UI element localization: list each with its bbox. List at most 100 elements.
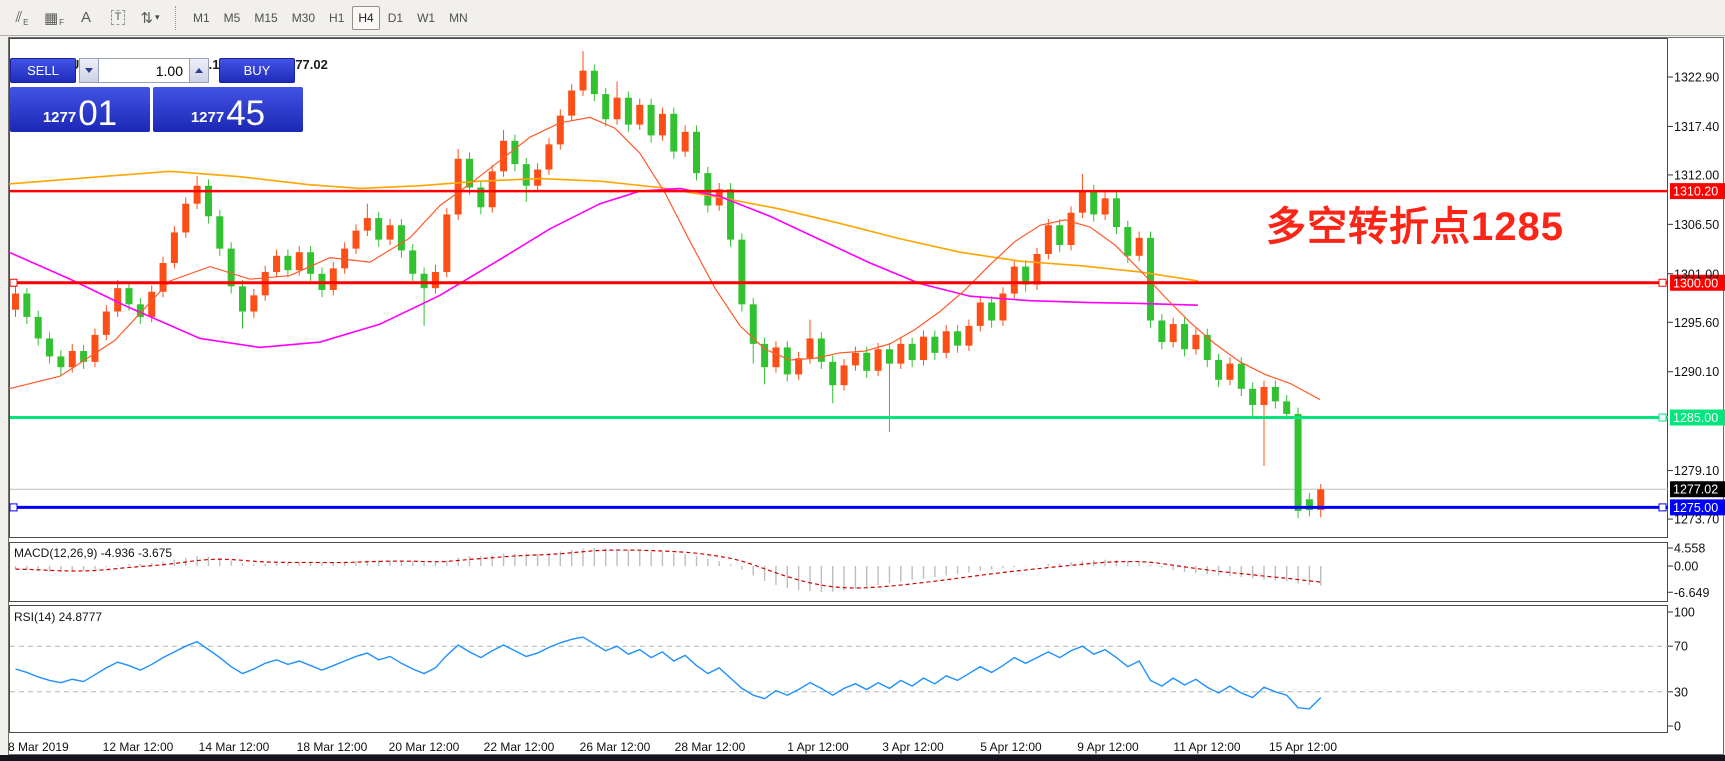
candle [772, 341, 779, 372]
candle [387, 219, 394, 245]
candle [91, 329, 98, 368]
candle [818, 332, 825, 369]
tool-draw-pattern-e-button[interactable]: ⫽E [6, 4, 38, 32]
toolbar-separator [175, 6, 177, 30]
line-handle[interactable] [1659, 279, 1666, 286]
toolbar: ⫽E▦FAT⇅▾ M1M5M15M30H1H4D1W1MN [0, 0, 1725, 36]
candle [12, 286, 19, 317]
volume-decrease-button[interactable] [79, 58, 99, 83]
timeframe-M5-button[interactable]: M5 [218, 6, 247, 30]
candle [568, 84, 575, 121]
draw-pattern-e-sub-label: E [23, 18, 28, 27]
candle [114, 280, 121, 317]
price-tick-label: 1301.00 [1674, 267, 1719, 281]
sell-price-big: 01 [78, 100, 117, 129]
tool-text-box-t-button[interactable]: T [102, 4, 134, 32]
rsi-scale-label: 0 [1674, 720, 1681, 734]
line-handle[interactable] [1659, 414, 1666, 421]
timeframe-M15-button[interactable]: M15 [248, 6, 283, 30]
candle [1249, 382, 1256, 415]
candle [284, 250, 291, 278]
macd-signal-line [16, 550, 1321, 588]
candle [443, 208, 450, 277]
line-handle[interactable] [1659, 504, 1666, 511]
price-tick-label: 1306.50 [1674, 218, 1719, 232]
timeframe-MN-button[interactable]: MN [443, 6, 474, 30]
triangle-down-icon [85, 68, 93, 73]
rsi-scale-label: 100 [1674, 606, 1695, 620]
tool-arrange-arrows-button[interactable]: ⇅▾ [134, 4, 166, 32]
volume-increase-button[interactable] [189, 58, 209, 83]
candle [1124, 221, 1131, 263]
candle [1011, 260, 1018, 299]
candle [307, 246, 314, 281]
candle [1306, 493, 1313, 516]
candle [909, 338, 916, 368]
timeframe-button-group: M1M5M15M30H1H4D1W1MN [186, 6, 475, 30]
candle [455, 149, 462, 220]
candle [852, 347, 859, 371]
candle [46, 332, 53, 363]
candle [977, 296, 984, 331]
candle [829, 356, 836, 404]
rsi-scale-label: 70 [1674, 640, 1688, 654]
candle [35, 311, 42, 346]
line-handle[interactable] [10, 504, 17, 511]
candle [57, 350, 64, 376]
candle [1079, 174, 1086, 218]
macd-histogram-layer [16, 548, 1321, 592]
date-tick-label: 5 Apr 12:00 [980, 740, 1042, 754]
candle [614, 81, 621, 124]
candle [421, 267, 428, 325]
candle [943, 325, 950, 358]
candle [738, 233, 745, 311]
candle [489, 165, 496, 213]
candle [194, 176, 201, 209]
date-tick-label: 14 Mar 12:00 [199, 740, 270, 754]
candle [466, 152, 473, 194]
price-tick-label: 1295.60 [1674, 316, 1719, 330]
timeframe-H1-button[interactable]: H1 [323, 6, 350, 30]
volume-input[interactable] [99, 58, 189, 83]
candle [1056, 219, 1063, 252]
candle [784, 341, 791, 381]
sell-price-box[interactable]: 1277 01 [10, 87, 150, 132]
candle [250, 289, 257, 318]
candle [999, 287, 1006, 326]
tool-fibo-grid-f-button[interactable]: ▦F [38, 4, 70, 32]
candle [80, 345, 87, 369]
axis-price-label: 1285.00 [1673, 411, 1718, 425]
application-window: ⫽E▦FAT⇅▾ M1M5M15M30H1H4D1W1MN 1310.20130… [0, 0, 1725, 761]
candle [1022, 260, 1029, 291]
candle [511, 135, 518, 172]
timeframe-H4-button[interactable]: H4 [352, 6, 379, 30]
timeframe-D1-button[interactable]: D1 [382, 6, 409, 30]
tool-text-label-a-button[interactable]: A [70, 4, 102, 32]
line-handle[interactable] [10, 279, 17, 286]
candle [409, 244, 416, 281]
candle [557, 109, 564, 149]
price-tick-label: 1317.40 [1674, 120, 1719, 134]
timeframe-W1-button[interactable]: W1 [411, 6, 441, 30]
candle [545, 138, 552, 175]
candle [693, 126, 700, 181]
candle [23, 288, 30, 324]
candle [1136, 232, 1143, 262]
buy-button[interactable]: BUY [219, 58, 295, 83]
timeframe-M1-button[interactable]: M1 [187, 6, 216, 30]
candle [273, 250, 280, 278]
date-tick-label: 18 Mar 12:00 [297, 740, 368, 754]
axis-price-label: 1277.02 [1673, 483, 1718, 497]
candle [330, 262, 337, 295]
date-tick-label: 22 Mar 12:00 [484, 740, 555, 754]
candle [216, 210, 223, 256]
toolbar-tools-group: ⫽E▦FAT⇅▾ [6, 4, 166, 32]
candle [750, 298, 757, 364]
buy-price-box[interactable]: 1277 45 [153, 87, 303, 132]
timeframe-M30-button[interactable]: M30 [286, 6, 321, 30]
candle [1261, 381, 1268, 466]
macd-scale-label: 0.00 [1674, 560, 1698, 574]
sell-button[interactable]: SELL [10, 58, 76, 83]
candle [602, 88, 609, 127]
date-tick-label: 8 Mar 2019 [8, 740, 69, 754]
